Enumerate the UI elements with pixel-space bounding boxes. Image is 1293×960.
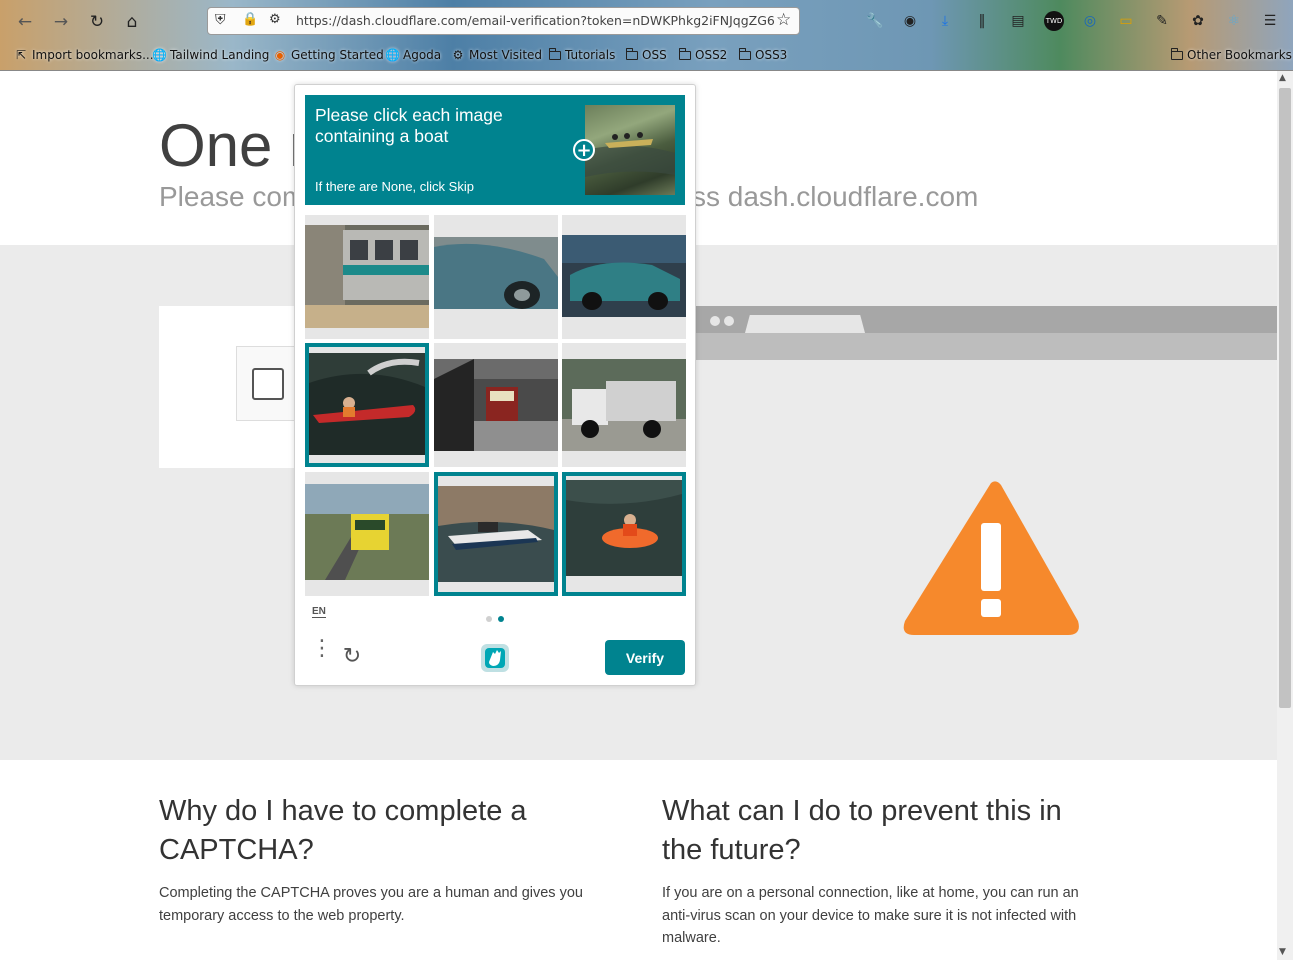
url-bar[interactable]: ⛨ 🔒 ⚙ https://dash.cloudflare.com/email-… — [207, 7, 800, 35]
page-indicator-dot-active — [498, 616, 504, 622]
scrollbar-thumb[interactable] — [1279, 88, 1291, 708]
import-icon: ⇱ — [15, 48, 27, 62]
lock-icon[interactable]: 🔒 — [242, 12, 258, 27]
page-subtitle-left: Please com — [159, 181, 306, 212]
captcha-tile-teal-car-garage[interactable] — [562, 215, 686, 339]
bookmark-import[interactable]: ⇱ Import bookmarks... — [14, 46, 154, 64]
bookmark-oss3[interactable]: OSS3 — [739, 46, 787, 64]
captcha-tile-orange-raft[interactable] — [562, 472, 686, 596]
illustration-tab — [745, 315, 865, 333]
captcha-tile-speedboat-rocks[interactable] — [434, 472, 558, 596]
why-text: Completing the CAPTCHA proves you are a … — [159, 885, 583, 924]
shield-icon[interactable]: ⛨ — [215, 12, 226, 28]
captcha-tile-yellow-bus-game[interactable] — [305, 472, 429, 596]
wrench-icon[interactable]: 🔧 — [865, 11, 885, 31]
prevent-heading: What can I do to prevent this in the fut… — [662, 795, 1062, 866]
prevent-text: If you are on a personal connection, lik… — [662, 885, 1079, 946]
firefox-icon: ◉ — [274, 48, 286, 62]
captcha-tile-white-truck[interactable] — [562, 343, 686, 467]
bookmark-star-icon[interactable]: ☆ — [776, 10, 791, 30]
folder-icon — [739, 47, 751, 60]
permissions-icon[interactable]: ⚙ — [269, 12, 281, 27]
forward-arrow-icon[interactable]: → — [50, 11, 72, 33]
captcha-checkbox[interactable] — [252, 368, 284, 400]
refresh-challenge-icon[interactable]: ↻ — [340, 645, 364, 669]
reload-icon[interactable]: ↻ — [86, 11, 108, 33]
home-icon[interactable]: ⌂ — [121, 11, 143, 33]
extension-gnome-icon[interactable]: ✿ — [1188, 11, 1208, 31]
bookmark-oss2[interactable]: OSS2 — [679, 46, 727, 64]
captcha-tile-train-platform[interactable] — [305, 215, 429, 339]
bookmark-tutorials[interactable]: Tutorials — [549, 46, 615, 64]
react-devtools-icon[interactable]: ⚛ — [1224, 11, 1244, 31]
download-icon[interactable]: ⤓ — [935, 11, 955, 31]
captcha-menu-icon[interactable]: ⋮ — [311, 638, 333, 671]
bookmark-getting-started[interactable]: ◉ Getting Started — [273, 46, 384, 64]
extension-notes-icon[interactable]: ✎ — [1152, 11, 1172, 31]
folder-icon — [679, 47, 691, 60]
back-arrow-icon[interactable]: ← — [14, 11, 36, 33]
browser-toolbar: ← → ↻ ⌂ ⛨ 🔒 ⚙ https://dash.cloudflare.co… — [0, 0, 1293, 71]
example-image — [585, 105, 675, 195]
captcha-tile-red-train-station[interactable] — [434, 343, 558, 467]
bookmark-oss[interactable]: OSS — [626, 46, 667, 64]
captcha-tile-red-kayak[interactable] — [305, 343, 429, 467]
globe-icon: 🌐 — [152, 48, 167, 62]
page-indicator-dot — [486, 616, 492, 622]
bookmark-agoda[interactable]: 🌐 Agoda — [385, 46, 441, 64]
scroll-up-icon[interactable]: ▲ — [1279, 73, 1286, 83]
verify-button[interactable]: Verify — [605, 640, 685, 675]
illustration-dot — [724, 316, 734, 326]
scroll-down-icon[interactable]: ▼ — [1279, 947, 1286, 957]
warning-icon — [903, 481, 1079, 635]
library-icon[interactable]: ‖ — [972, 11, 992, 31]
why-heading: Why do I have to complete a CAPTCHA? — [159, 795, 527, 866]
illustration-dot — [710, 316, 720, 326]
bookmark-other[interactable]: Other Bookmarks — [1171, 46, 1292, 64]
captcha-prompt: Please click each image containing a boa… — [305, 95, 685, 205]
url-text[interactable]: https://dash.cloudflare.com/email-verifi… — [296, 13, 775, 28]
gear-icon: ⚙ — [452, 48, 464, 62]
language-selector[interactable]: EN — [312, 606, 326, 618]
bookmark-most-visited[interactable]: ⚙ Most Visited — [451, 46, 542, 64]
reader-view-icon[interactable]: ▤ — [1008, 11, 1028, 31]
captcha-hint: If there are None, click Skip — [315, 179, 474, 194]
bookmark-tailwind[interactable]: 🌐 Tailwind Landing — [152, 46, 269, 64]
folder-icon — [549, 47, 561, 60]
captcha-tile-blue-car[interactable] — [434, 215, 558, 339]
page-subtitle-right: ss dash.cloudflare.com — [692, 181, 979, 212]
pocket-icon[interactable]: ◉ — [900, 11, 920, 31]
extension-twd-icon[interactable]: TWD — [1044, 11, 1064, 31]
folder-icon — [626, 47, 638, 60]
captcha-prompt-text: Please click each image containing a boa… — [315, 105, 503, 146]
extension-chart-icon[interactable]: ▭ — [1116, 11, 1136, 31]
extension-globe-icon[interactable]: ◎ — [1080, 11, 1100, 31]
folder-icon — [1171, 47, 1183, 60]
globe-icon: 🌐 — [385, 48, 400, 62]
hcaptcha-logo-icon — [481, 644, 509, 672]
example-expand-plus-icon[interactable]: + — [573, 139, 595, 161]
menu-icon[interactable]: ☰ — [1260, 11, 1280, 31]
